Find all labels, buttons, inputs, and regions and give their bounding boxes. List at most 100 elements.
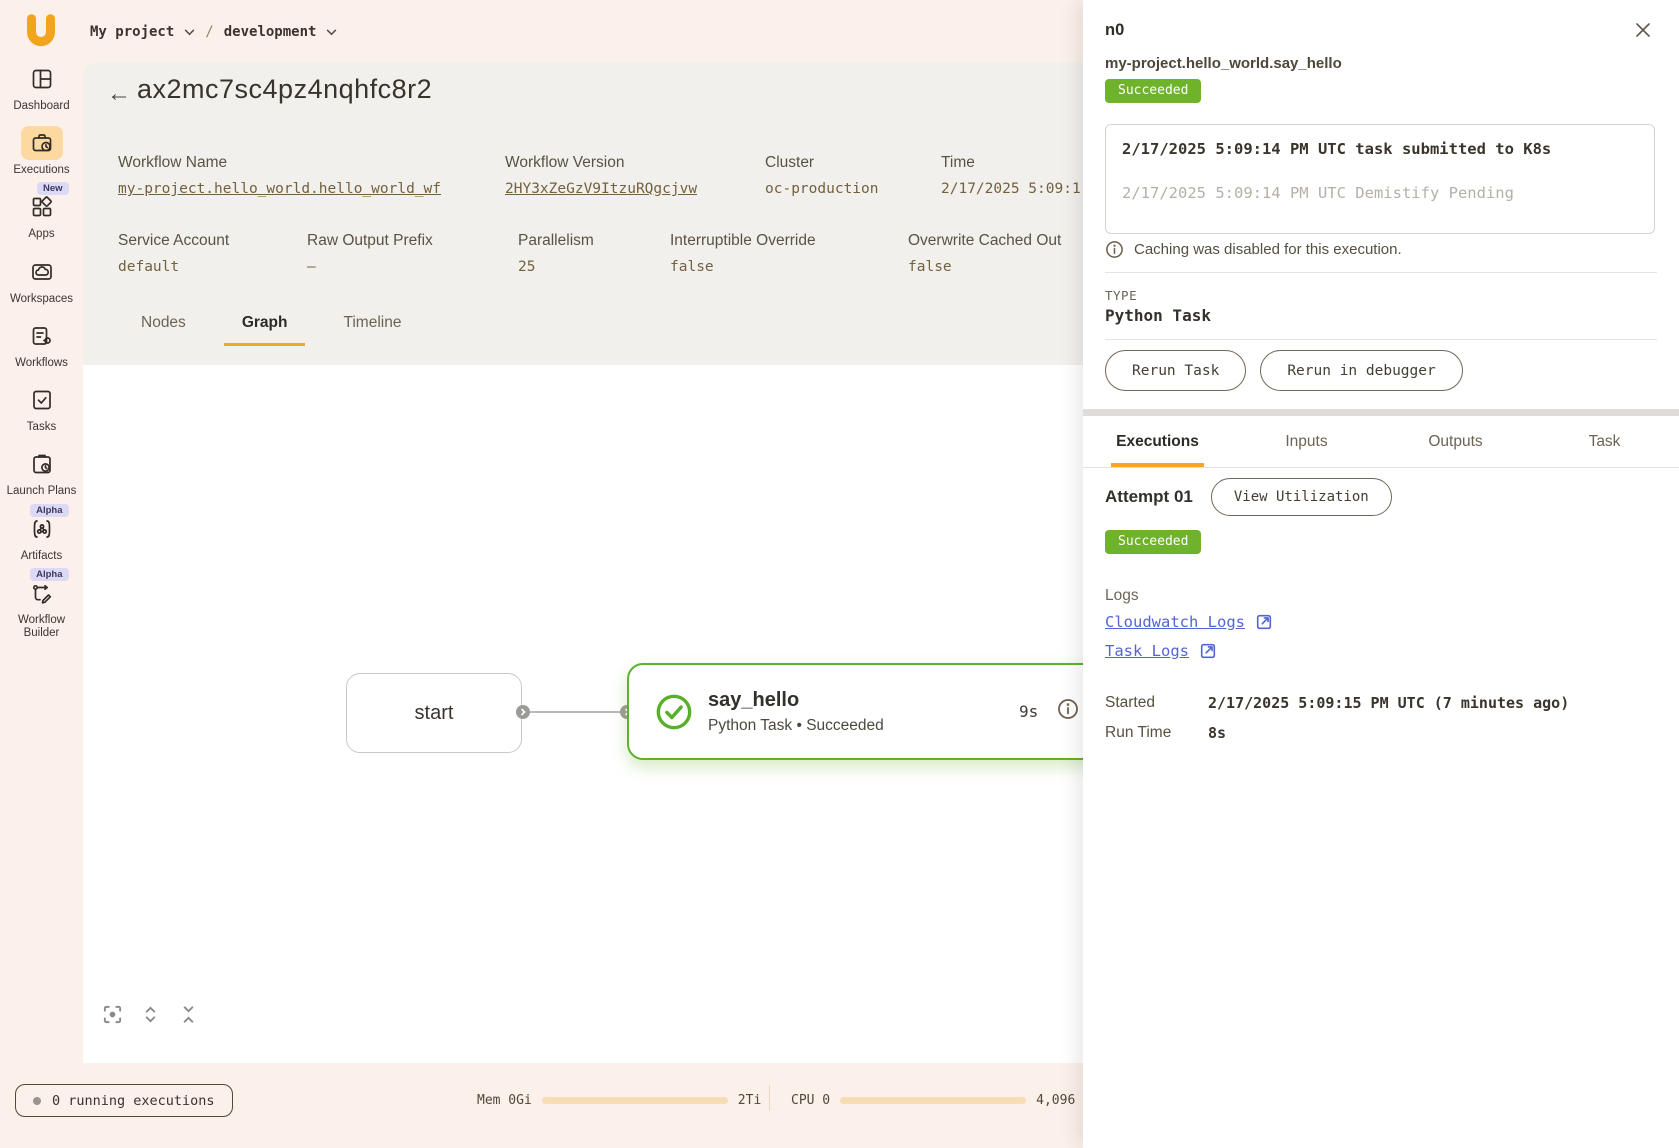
graph-edge	[528, 711, 628, 713]
tab-graph[interactable]: Graph	[218, 302, 312, 346]
sidebar-item-tasks[interactable]: Tasks	[0, 383, 83, 434]
task-fqn: my-project.hello_world.say_hello	[1105, 55, 1342, 72]
panel-divider-band	[1083, 409, 1679, 416]
field-service-account: Service Account default	[118, 232, 229, 275]
graph-controls	[102, 1004, 199, 1025]
rerun-task-button[interactable]: Rerun Task	[1105, 350, 1246, 391]
tab-task[interactable]: Task	[1530, 416, 1679, 467]
breadcrumb-project[interactable]: My project	[90, 24, 174, 40]
sidebar-item-executions[interactable]: Executions	[0, 126, 83, 177]
dashboard-icon	[30, 67, 54, 91]
divider	[1105, 339, 1657, 340]
sidebar-item-workflows[interactable]: Workflows	[0, 319, 83, 370]
view-tabs: Nodes Graph Timeline	[117, 302, 425, 346]
started-row: Started 2/17/2025 5:09:15 PM UTC (7 minu…	[1105, 694, 1569, 712]
graph-node-start[interactable]: start	[346, 673, 522, 753]
cpu-bar	[840, 1097, 1026, 1104]
sidebar: Dashboard Executions New Apps Workspaces…	[0, 62, 83, 1148]
node-subtitle: Python Task • Succeeded	[708, 717, 884, 735]
type-value: Python Task	[1105, 306, 1211, 325]
field-time: Time 2/17/2025 5:09:1	[941, 154, 1081, 197]
tasks-icon	[30, 388, 54, 412]
expand-vertical-icon[interactable]	[140, 1004, 161, 1025]
field-interruptible-override: Interruptible Override false	[670, 232, 816, 275]
collapse-vertical-icon[interactable]	[178, 1004, 199, 1025]
node-title: say_hello	[708, 689, 884, 712]
breadcrumb-environment[interactable]: development	[224, 24, 317, 40]
field-workflow-name: Workflow Name my-project.hello_world.hel…	[118, 154, 441, 197]
workflow-version-link[interactable]: 2HY3xZeGzV9ItzuRQgcjvw	[505, 181, 697, 197]
breadcrumb-separator: /	[205, 24, 213, 40]
run-time-row: Run Time 8s	[1105, 724, 1226, 742]
rerun-debugger-button[interactable]: Rerun in debugger	[1260, 350, 1462, 391]
status-bar: 0 running executions Mem 0Gi 2Ti CPU 0 4…	[0, 1063, 1083, 1148]
back-arrow-icon[interactable]: ←	[107, 80, 131, 108]
task-logs-link[interactable]: Task Logs	[1105, 642, 1217, 660]
field-overwrite-cached: Overwrite Cached Out false	[908, 232, 1061, 275]
chevron-down-icon[interactable]	[184, 29, 195, 36]
event-log-box: 2/17/2025 5:09:14 PM UTC task submitted …	[1105, 124, 1655, 234]
artifacts-icon	[30, 517, 54, 541]
info-icon[interactable]	[1057, 698, 1079, 720]
apps-icon	[30, 195, 54, 219]
status-dot-icon	[33, 1097, 41, 1105]
node-detail-panel: n0 my-project.hello_world.say_hello Succ…	[1083, 0, 1679, 1148]
node-duration: 9s	[1019, 702, 1038, 721]
caching-notice: Caching was disabled for this execution.	[1105, 240, 1402, 259]
tab-outputs[interactable]: Outputs	[1381, 416, 1530, 467]
sidebar-item-launch-plans[interactable]: Launch Plans	[0, 447, 83, 498]
external-link-icon	[1199, 642, 1217, 660]
attempt-title: Attempt 01	[1105, 487, 1193, 507]
sidebar-item-workflow-builder[interactable]: Alpha Workflow Builder	[0, 576, 83, 640]
sidebar-item-workspaces[interactable]: Workspaces	[0, 255, 83, 306]
executions-icon	[30, 131, 54, 155]
field-parallelism: Parallelism 25	[518, 232, 594, 275]
check-circle-icon	[655, 693, 693, 731]
workspaces-icon	[30, 260, 54, 284]
app-root: My project / development Dashboard Execu…	[0, 0, 1679, 1148]
alpha-badge: Alpha	[30, 504, 68, 517]
memory-bar	[542, 1097, 728, 1104]
field-workflow-version: Workflow Version 2HY3xZeGzV9ItzuRQgcjvw	[505, 154, 697, 197]
breadcrumb: My project / development	[90, 24, 337, 40]
close-icon[interactable]	[1633, 20, 1653, 40]
execution-id-title: ax2mc7sc4pz4nqhfc8r2	[137, 74, 432, 105]
sidebar-item-artifacts[interactable]: Alpha Artifacts	[0, 512, 83, 563]
tab-inputs[interactable]: Inputs	[1232, 416, 1381, 467]
cloudwatch-logs-link[interactable]: Cloudwatch Logs	[1105, 613, 1273, 631]
workflows-icon	[30, 324, 54, 348]
workflow-builder-icon	[30, 581, 54, 605]
chevron-down-icon[interactable]	[326, 29, 337, 36]
log-line: 2/17/2025 5:09:14 PM UTC task submitted …	[1122, 140, 1638, 158]
tab-nodes[interactable]: Nodes	[117, 302, 210, 346]
panel-tabs: Executions Inputs Outputs Task	[1083, 416, 1679, 468]
memory-gauge: Mem 0Gi 2Ti	[477, 1093, 761, 1108]
field-cluster: Cluster oc-production	[765, 154, 879, 197]
panel-node-id: n0	[1105, 21, 1124, 40]
gauge-divider	[769, 1085, 770, 1111]
log-line: 2/17/2025 5:09:14 PM UTC Demistify Pendi…	[1122, 184, 1638, 202]
union-logo[interactable]	[22, 14, 60, 52]
center-focus-icon[interactable]	[102, 1004, 123, 1025]
launch-plans-icon	[30, 452, 54, 476]
tab-executions[interactable]: Executions	[1083, 416, 1232, 467]
status-badge: Succeeded	[1105, 79, 1201, 103]
view-utilization-button[interactable]: View Utilization	[1211, 478, 1392, 516]
attempt-status-badge: Succeeded	[1105, 530, 1201, 554]
alpha-badge: Alpha	[30, 568, 68, 581]
info-icon	[1105, 240, 1124, 259]
external-link-icon	[1255, 613, 1273, 631]
type-label: TYPE	[1105, 288, 1137, 303]
sidebar-item-dashboard[interactable]: Dashboard	[0, 62, 83, 113]
tab-timeline[interactable]: Timeline	[319, 302, 425, 346]
logs-label: Logs	[1105, 587, 1139, 605]
workflow-name-link[interactable]: my-project.hello_world.hello_world_wf	[118, 181, 441, 197]
cpu-gauge: CPU 0 4,096	[791, 1093, 1075, 1108]
panel-actions: Rerun Task Rerun in debugger	[1105, 350, 1463, 391]
sidebar-item-apps[interactable]: New Apps	[0, 190, 83, 241]
attempt-row: Attempt 01 View Utilization	[1105, 478, 1392, 516]
divider	[1105, 272, 1657, 273]
edge-connector-icon	[516, 705, 530, 719]
running-executions-pill[interactable]: 0 running executions	[15, 1084, 233, 1117]
new-badge: New	[37, 182, 69, 195]
